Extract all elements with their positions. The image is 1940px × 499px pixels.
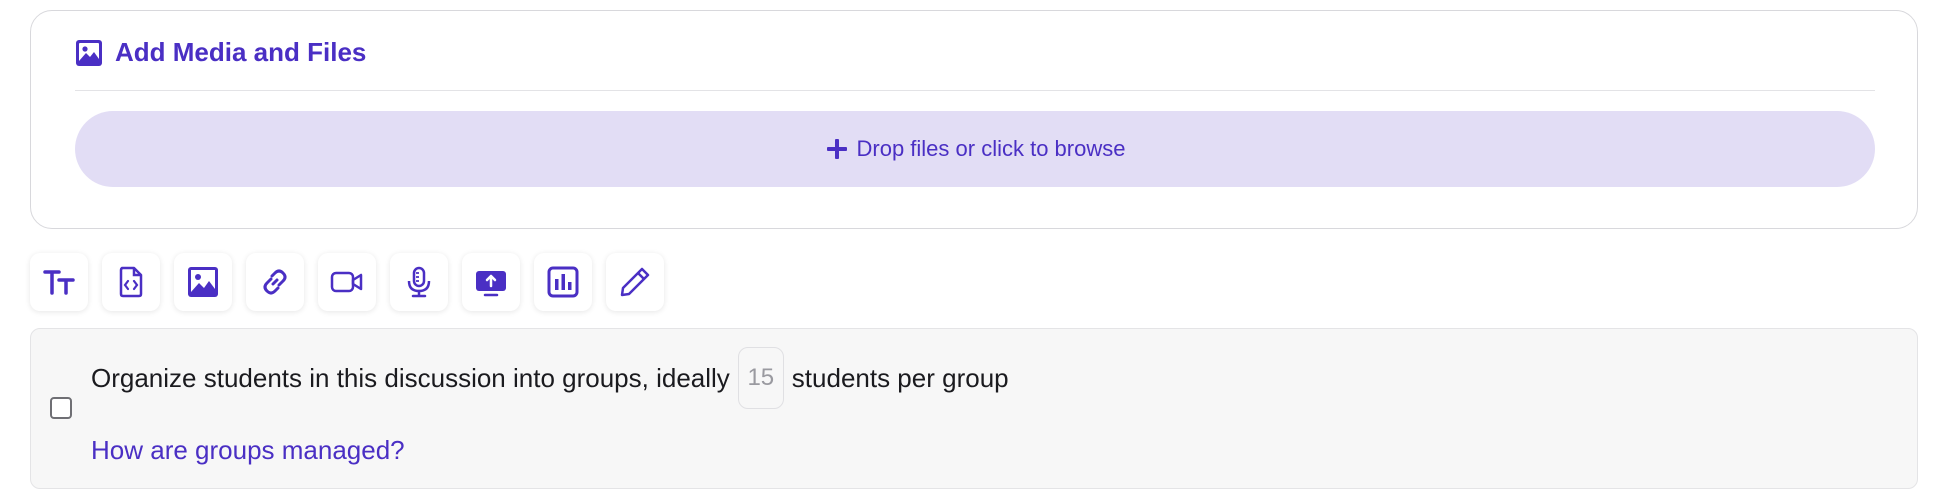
plus-icon bbox=[825, 137, 849, 161]
screen-upload-icon bbox=[476, 271, 506, 297]
video-icon bbox=[330, 271, 363, 293]
microphone-icon bbox=[407, 266, 431, 298]
drop-zone-label: Drop files or click to browse bbox=[856, 136, 1126, 161]
group-text-before: Organize students in this discussion int… bbox=[91, 362, 730, 393]
media-upload-card: Add Media and Files Drop files or click … bbox=[30, 10, 1918, 229]
insert-image-button[interactable] bbox=[174, 253, 232, 311]
insert-toolbar bbox=[30, 253, 678, 311]
record-audio-button[interactable] bbox=[390, 253, 448, 311]
image-icon bbox=[188, 267, 218, 297]
insert-chart-button[interactable] bbox=[534, 253, 592, 311]
pen-icon bbox=[620, 267, 650, 297]
insert-video-button[interactable] bbox=[318, 253, 376, 311]
embed-code-button[interactable] bbox=[102, 253, 160, 311]
upload-screen-button[interactable] bbox=[462, 253, 520, 311]
file-drop-zone[interactable]: Drop files or click to browse bbox=[75, 111, 1875, 187]
group-settings-line: Organize students in this discussion int… bbox=[91, 347, 1009, 409]
link-icon bbox=[263, 269, 287, 295]
media-header: Add Media and Files bbox=[75, 29, 1875, 91]
insert-link-button[interactable] bbox=[246, 253, 304, 311]
group-text-after: students per group bbox=[791, 362, 1009, 393]
media-title: Add Media and Files bbox=[115, 37, 367, 67]
group-settings-panel: Organize students in this discussion int… bbox=[30, 328, 1918, 489]
draw-button[interactable] bbox=[606, 253, 664, 311]
organize-groups-checkbox[interactable] bbox=[50, 397, 72, 419]
text-size-icon bbox=[43, 270, 75, 295]
group-size-input[interactable] bbox=[737, 347, 784, 409]
image-icon bbox=[75, 39, 103, 67]
text-format-button[interactable] bbox=[30, 253, 88, 311]
groups-help-link[interactable]: How are groups managed? bbox=[91, 435, 405, 466]
chart-icon bbox=[547, 266, 579, 298]
code-file-icon bbox=[119, 266, 143, 298]
